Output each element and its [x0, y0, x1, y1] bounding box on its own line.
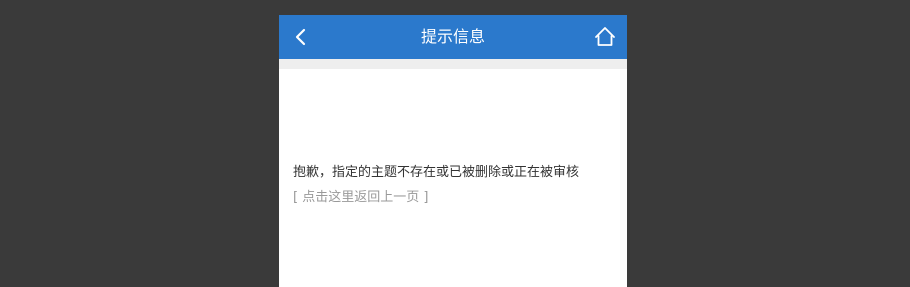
chevron-left-icon: [295, 28, 306, 46]
back-link[interactable]: [ 点击这里返回上一页 ]: [293, 186, 428, 205]
header-bar: 提示信息: [279, 15, 627, 59]
header-divider: [279, 59, 627, 69]
home-icon: [595, 27, 615, 46]
back-button[interactable]: [289, 23, 317, 51]
error-message: 抱歉，指定的主题不存在或已被删除或正在被审核: [293, 165, 580, 180]
mobile-page: 提示信息 抱歉，指定的主题不存在或已被删除或正在被审核 [ 点击这里返回上一页 …: [279, 15, 627, 287]
page-title: 提示信息: [420, 27, 485, 46]
home-button[interactable]: [591, 23, 619, 51]
